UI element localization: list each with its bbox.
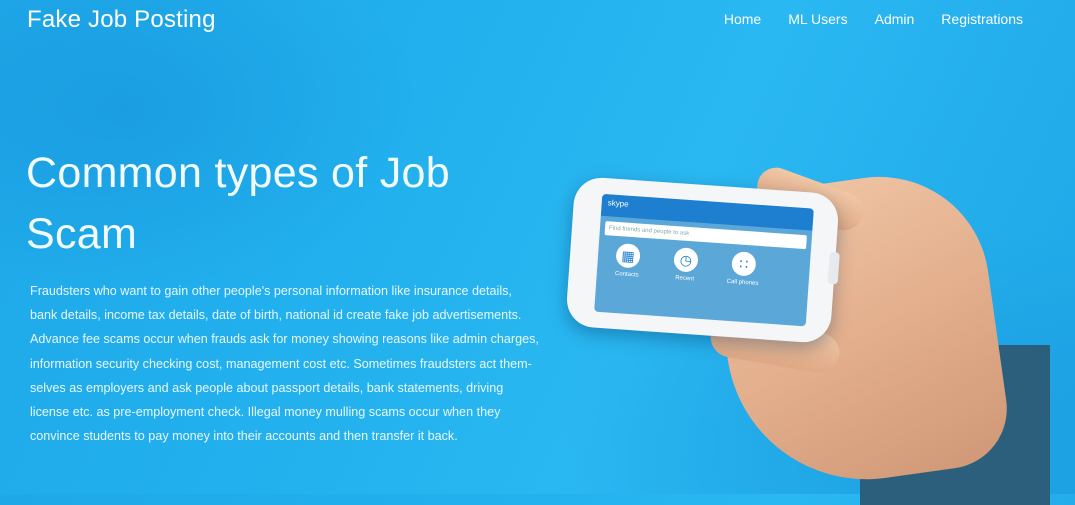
hero-title: Common types of Job Scam [26, 149, 450, 258]
phone-device: skype Find friends and people to ask ▦ C… [565, 175, 840, 345]
app-tile-call-phones: ∷ Call phones [718, 250, 768, 287]
contacts-icon: ▦ [615, 242, 641, 269]
clock-icon: ◷ [673, 247, 699, 273]
app-tile-contacts: ▦ Contacts [603, 242, 653, 279]
app-logo: skype [607, 198, 629, 209]
main-nav: Home ML Users Admin Registrations [724, 10, 1023, 28]
brand-title[interactable]: Fake Job Posting [27, 6, 216, 34]
dialpad-icon: ∷ [731, 251, 757, 277]
app-tile-label: Contacts [614, 270, 639, 279]
hero-illustration: skype Find friends and people to ask ▦ C… [560, 162, 1050, 505]
nav-home-link[interactable]: Home [724, 10, 761, 28]
nav-admin-link[interactable]: Admin [875, 10, 915, 28]
nav-ml-users-link[interactable]: ML Users [788, 10, 847, 28]
hero-description: Fraudsters who want to gain other people… [30, 284, 539, 444]
nav-registrations-link[interactable]: Registrations [941, 10, 1023, 28]
app-tile-label: Recent [674, 275, 695, 283]
app-tile-recent: ◷ Recent [660, 246, 710, 283]
app-tile-label: Call phones [726, 278, 759, 287]
phone-screen: skype Find friends and people to ask ▦ C… [594, 193, 814, 327]
app-tiles: ▦ Contacts ◷ Recent ∷ Call phones [603, 242, 769, 287]
